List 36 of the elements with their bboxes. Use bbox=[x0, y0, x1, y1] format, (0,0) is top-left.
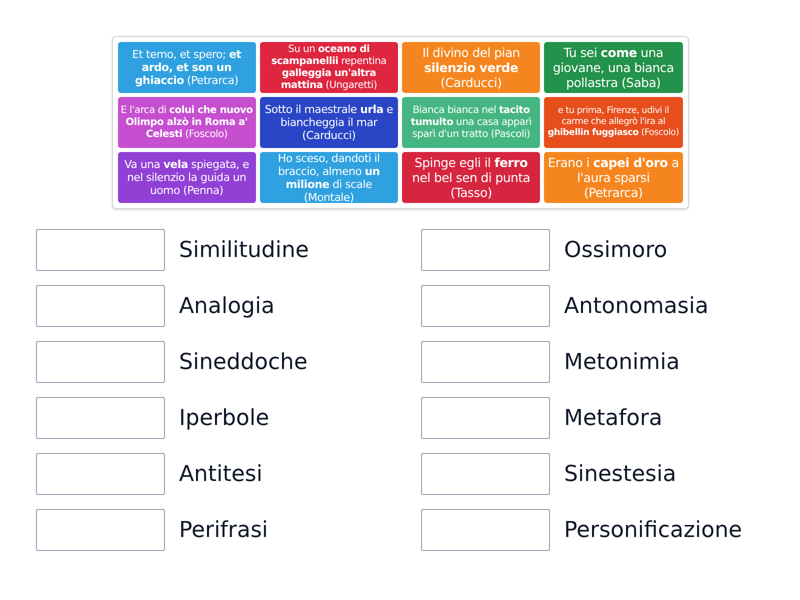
drop-box[interactable] bbox=[421, 341, 550, 383]
phrase-card[interactable]: Erano i capei d'oro a l'aura sparsi (Petrarca) bbox=[544, 152, 682, 203]
drop-box[interactable] bbox=[36, 341, 165, 383]
term-label: Metafora bbox=[564, 404, 662, 432]
phrase-card[interactable]: Et temo, et spero; et ardo, et son un ghiaccio (Petrarca) bbox=[118, 42, 256, 93]
term-label: Metonimia bbox=[564, 348, 680, 376]
term-label: Perifrasi bbox=[179, 516, 268, 544]
phrase-card[interactable]: e tu prima, Firenze, udivi il carme che allegrò l'ira al ghibellin fuggiasco (Foscolo) bbox=[544, 97, 682, 148]
drop-box[interactable] bbox=[421, 397, 550, 439]
term-label: Iperbole bbox=[179, 404, 270, 432]
phrase-card[interactable]: Spinge egli il ferro nel bel sen di punta (Tasso) bbox=[402, 152, 540, 203]
term-label: Sinestesia bbox=[564, 460, 676, 488]
term-label: Antitesi bbox=[179, 460, 262, 488]
drop-box[interactable] bbox=[421, 509, 550, 551]
term-label: Analogia bbox=[179, 292, 275, 320]
phrase-card[interactable]: Bianca bianca nel tacito tumulto una casa apparì sparì d'un tratto (Pascoli) bbox=[402, 97, 540, 148]
term-label: Ossimoro bbox=[564, 236, 668, 264]
phrase-card[interactable]: E l'arca di colui che nuovo Olimpo alzò in Roma a' Celesti (Foscolo) bbox=[118, 97, 256, 148]
term-label: Antonomasia bbox=[564, 292, 708, 320]
term-label: Personificazione bbox=[564, 516, 742, 544]
drop-box[interactable] bbox=[36, 453, 165, 495]
term-label: Sineddoche bbox=[179, 348, 308, 376]
drop-box[interactable] bbox=[36, 285, 165, 327]
phrase-card[interactable]: Sotto il maestrale urla e biancheggia il mar (Carducci) bbox=[260, 97, 398, 148]
drop-box[interactable] bbox=[36, 397, 165, 439]
phrase-card[interactable]: Ho sceso, dandoti il braccio, almeno un milione di scale (Montale) bbox=[260, 152, 398, 203]
drop-box[interactable] bbox=[36, 509, 165, 551]
drop-box[interactable] bbox=[421, 229, 550, 271]
phrase-card[interactable]: Su un oceano di scampanellii repentina galleggia un'altra mattina (Ungaretti) bbox=[260, 42, 398, 93]
drop-box[interactable] bbox=[421, 453, 550, 495]
phrase-card[interactable]: Va una vela spiegata, e nel silenzio la guida un uomo (Penna) bbox=[118, 152, 256, 203]
drop-box[interactable] bbox=[36, 229, 165, 271]
term-label: Similitudine bbox=[179, 236, 309, 264]
phrase-card[interactable]: Tu sei come una giovane, una bianca pollastra (Saba) bbox=[544, 42, 682, 93]
drop-box[interactable] bbox=[421, 285, 550, 327]
phrase-card[interactable]: Il divino del pian silenzio verde (Carducci) bbox=[402, 42, 540, 93]
